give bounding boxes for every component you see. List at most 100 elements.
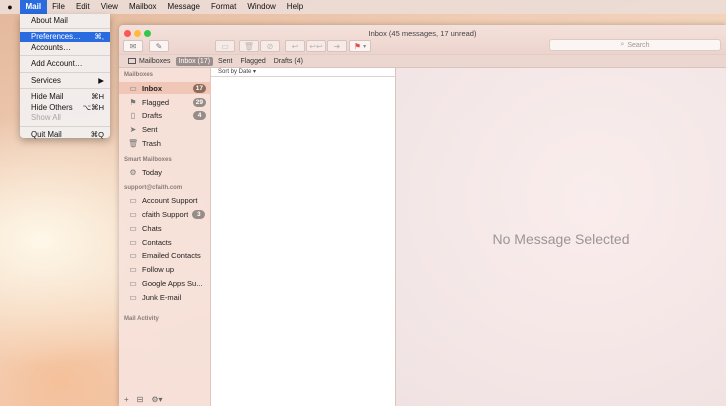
- message-preview-pane: No Message Selected: [396, 68, 726, 406]
- folder-icon: ▭: [129, 250, 137, 260]
- get-mail-button[interactable]: ✉: [123, 40, 143, 52]
- menu-separator: [20, 71, 110, 73]
- add-mailbox-icon[interactable]: +: [124, 395, 129, 404]
- mail-window: Inbox (45 messages, 17 unread) ✉ ✎ ▭ 🗑 ⊘…: [119, 25, 726, 406]
- apple-menu-icon[interactable]: ●: [0, 2, 20, 12]
- gear-icon[interactable]: ⚙▾: [151, 395, 162, 404]
- menu-mailbox[interactable]: Mailbox: [123, 0, 162, 14]
- count-badge: 29: [192, 97, 206, 107]
- sidebar-item-label: Chats: [142, 223, 162, 233]
- menu-edit[interactable]: Edit: [70, 0, 95, 14]
- menu-item-label: About Mail: [31, 15, 68, 25]
- favorite-flagged[interactable]: Flagged: [237, 57, 268, 66]
- sidebar-item-flagged[interactable]: ⚑ Flagged 29: [119, 96, 211, 108]
- search-icon: ⌕: [620, 41, 625, 48]
- menu-window[interactable]: Window: [242, 0, 281, 14]
- sidebar-item-today[interactable]: ⚙ Today: [119, 166, 211, 178]
- sidebar-item-follow-up[interactable]: ▭ Follow up: [119, 263, 211, 275]
- search-placeholder: Search: [627, 41, 650, 49]
- mail-menu-dropdown: About Mail Preferences… ⌘, Accounts… Add…: [20, 14, 110, 140]
- sidebar-item-emailed-contacts[interactable]: ▭ Emailed Contacts: [119, 249, 211, 261]
- forward-button[interactable]: ➜: [327, 40, 347, 52]
- menu-separator: [20, 88, 110, 89]
- thumbs-down-icon: ⊘: [266, 41, 274, 51]
- archive-icon: ▭: [221, 41, 229, 51]
- favorites-mailboxes-button[interactable]: Mailboxes: [125, 57, 174, 66]
- menu-item-label: Preferences…: [31, 32, 81, 42]
- favorites-mailboxes-label: Mailboxes: [139, 57, 171, 65]
- menu-item-about-mail[interactable]: About Mail: [20, 15, 110, 26]
- sidebar-item-google-apps[interactable]: ▭ Google Apps Su...: [119, 277, 211, 289]
- reply-icon: ↩: [291, 41, 299, 51]
- sidebar-heading-mailboxes: Mailboxes: [124, 72, 154, 78]
- junk-button[interactable]: ⊘: [260, 40, 280, 52]
- compose-button[interactable]: ✎: [149, 40, 169, 52]
- envelope-icon: ✉: [129, 41, 137, 51]
- folder-icon: ▭: [129, 278, 137, 288]
- chevron-down-icon: ▾: [253, 69, 257, 75]
- sidebar-item-chats[interactable]: ▭ Chats: [119, 222, 211, 234]
- sidebar-item-label: Today: [142, 167, 163, 177]
- sidebar-item-inbox[interactable]: ▭ Inbox 17: [119, 82, 211, 94]
- sidebar-item-junk-email[interactable]: ▭ Junk E-mail: [119, 291, 211, 303]
- menu-item-label: Services: [31, 75, 61, 85]
- sidebar-bottom-bar: + ⊟ ⚙▾: [119, 392, 211, 406]
- flag-button[interactable]: ⚑ ▾: [349, 40, 371, 52]
- sidebar-item-label: Sent: [142, 124, 158, 134]
- menu-item-accounts[interactable]: Accounts…: [20, 42, 110, 53]
- sidebar-item-label: Account Support: [142, 195, 198, 205]
- sidebar-item-label: Trash: [142, 138, 161, 148]
- menu-bar: ● Mail File Edit View Mailbox Message Fo…: [0, 0, 726, 14]
- trash-icon: 🗑: [128, 138, 139, 148]
- sidebar-item-sent[interactable]: ➤ Sent: [119, 123, 211, 135]
- sidebar-item-account-support[interactable]: ▭ Account Support: [119, 194, 211, 206]
- mailbox-view-icon[interactable]: ⊟: [137, 395, 144, 404]
- paper-plane-icon: ➤: [129, 124, 137, 134]
- sidebar-item-trash[interactable]: 🗑 Trash: [119, 137, 211, 149]
- sidebar-item-label: Inbox: [142, 83, 162, 93]
- menu-item-shortcut: ⌥⌘H: [82, 102, 104, 112]
- menu-help[interactable]: Help: [281, 0, 308, 14]
- menu-file[interactable]: File: [47, 0, 71, 14]
- window-title: Inbox (45 messages, 17 unread): [368, 29, 477, 38]
- search-input[interactable]: ⌕ Search: [549, 39, 721, 51]
- flag-icon: ⚑: [353, 41, 362, 51]
- submenu-arrow-icon: ▶: [98, 75, 104, 85]
- sort-label: Sort by Date: [218, 69, 252, 75]
- folder-icon: ▭: [129, 237, 137, 247]
- folder-icon: ▭: [129, 195, 137, 205]
- sidebar-item-label: Drafts: [142, 110, 163, 120]
- menu-separator: [20, 55, 110, 56]
- menu-message[interactable]: Message: [162, 0, 205, 14]
- menu-mail[interactable]: Mail: [20, 0, 47, 14]
- delete-button[interactable]: 🗑: [239, 40, 259, 52]
- folder-icon: ▭: [129, 209, 137, 219]
- chevron-down-icon: ▾: [363, 43, 367, 50]
- menu-item-add-account[interactable]: Add Account…: [20, 59, 110, 70]
- menu-separator: [20, 28, 110, 29]
- count-badge: 4: [193, 110, 206, 120]
- sidebar-toggle-icon: [128, 58, 136, 64]
- reply-all-icon: ↩↩: [309, 41, 323, 51]
- sidebar-heading-mail-activity: Mail Activity: [124, 316, 159, 322]
- sort-by-date-button[interactable]: Sort by Date ▾: [211, 68, 395, 77]
- menu-item-preferences[interactable]: Preferences… ⌘,: [20, 31, 110, 42]
- menu-view[interactable]: View: [95, 0, 123, 14]
- reply-button[interactable]: ↩: [285, 40, 305, 52]
- menu-item-quit-mail[interactable]: Quit Mail ⌘Q: [20, 129, 110, 140]
- archive-button[interactable]: ▭: [215, 40, 235, 52]
- inbox-icon: ▭: [129, 83, 137, 93]
- favorite-drafts[interactable]: Drafts (4): [271, 57, 306, 66]
- menu-item-hide-others[interactable]: Hide Others ⌥⌘H: [20, 102, 110, 113]
- favorite-sent[interactable]: Sent: [215, 57, 235, 66]
- favorite-inbox[interactable]: Inbox (17): [175, 56, 214, 66]
- sidebar-item-contacts[interactable]: ▭ Contacts: [119, 236, 211, 248]
- sidebar-item-cfaith-support[interactable]: ▭ cfaith Support 3: [119, 208, 211, 220]
- reply-all-button[interactable]: ↩↩: [306, 40, 326, 52]
- menu-item-services[interactable]: Services ▶: [20, 75, 110, 86]
- sidebar-item-drafts[interactable]: ▯ Drafts 4: [119, 109, 211, 121]
- menu-item-hide-mail[interactable]: Hide Mail ⌘H: [20, 92, 110, 103]
- gear-icon: ⚙: [129, 167, 137, 177]
- menu-format[interactable]: Format: [206, 0, 242, 14]
- menu-item-label: Add Account…: [31, 59, 83, 69]
